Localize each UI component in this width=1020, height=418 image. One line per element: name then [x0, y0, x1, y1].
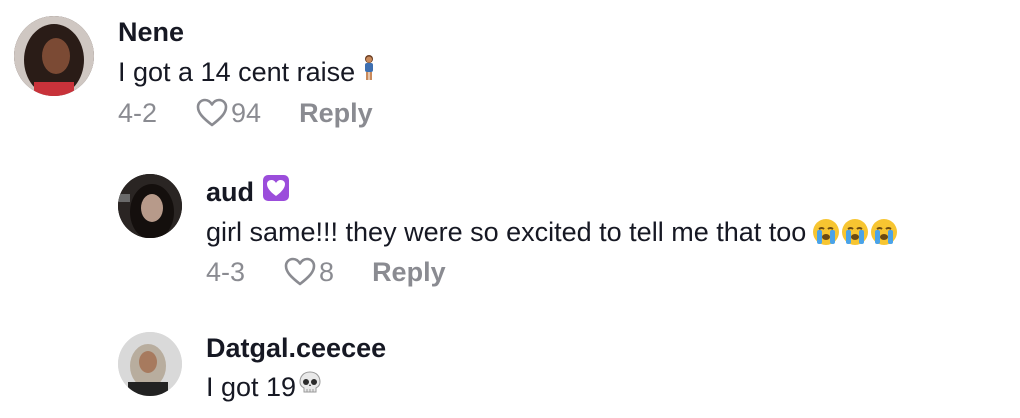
reply-button[interactable]: Reply: [372, 257, 446, 288]
comment-text: I got a 14 cent raise: [118, 54, 377, 90]
comment-text-content: I got a 14 cent raise: [118, 57, 356, 87]
comment-date: 4-2: [118, 97, 158, 128]
like-count: 94: [231, 97, 262, 128]
avatar[interactable]: [118, 174, 182, 238]
comment-username[interactable]: Datgal.ceecee: [206, 332, 386, 364]
comment-meta: 4-3 8 Reply: [206, 255, 898, 289]
comment-text-content: I got 19: [206, 372, 297, 402]
standing-girl-emoji-icon: [361, 54, 377, 90]
comment-date: 4-3: [206, 256, 246, 287]
comment-username: aud: [206, 174, 898, 209]
comment-aud: aud girl same!!! they were so excited to…: [118, 174, 898, 289]
avatar[interactable]: [118, 332, 182, 396]
loudly-crying-face-icon: [812, 218, 898, 246]
comment-nene: Nene I got a 14 cent raise 4-2 94 Reply: [14, 16, 377, 130]
like-count: 8: [319, 256, 335, 287]
avatar[interactable]: [14, 16, 94, 96]
comment-username[interactable]: Nene: [118, 16, 377, 48]
comment-text-content: girl same!!! they were so excited to tel…: [206, 217, 807, 247]
comment-datgal: Datgal.ceecee I got 19: [118, 332, 386, 404]
like-button[interactable]: 94: [195, 98, 261, 129]
comment-text: I got 19: [206, 370, 386, 404]
reply-button[interactable]: Reply: [299, 98, 373, 129]
comment-username-text[interactable]: aud: [206, 176, 254, 208]
skull-icon: [297, 370, 323, 404]
like-button[interactable]: 8: [283, 257, 334, 288]
heart-icon: [284, 257, 316, 286]
comment-meta: 4-2 94 Reply: [118, 96, 377, 130]
comment-text: girl same!!! they were so excited to tel…: [206, 215, 898, 249]
purple-heart-icon: [262, 174, 290, 209]
heart-icon: [196, 98, 228, 127]
